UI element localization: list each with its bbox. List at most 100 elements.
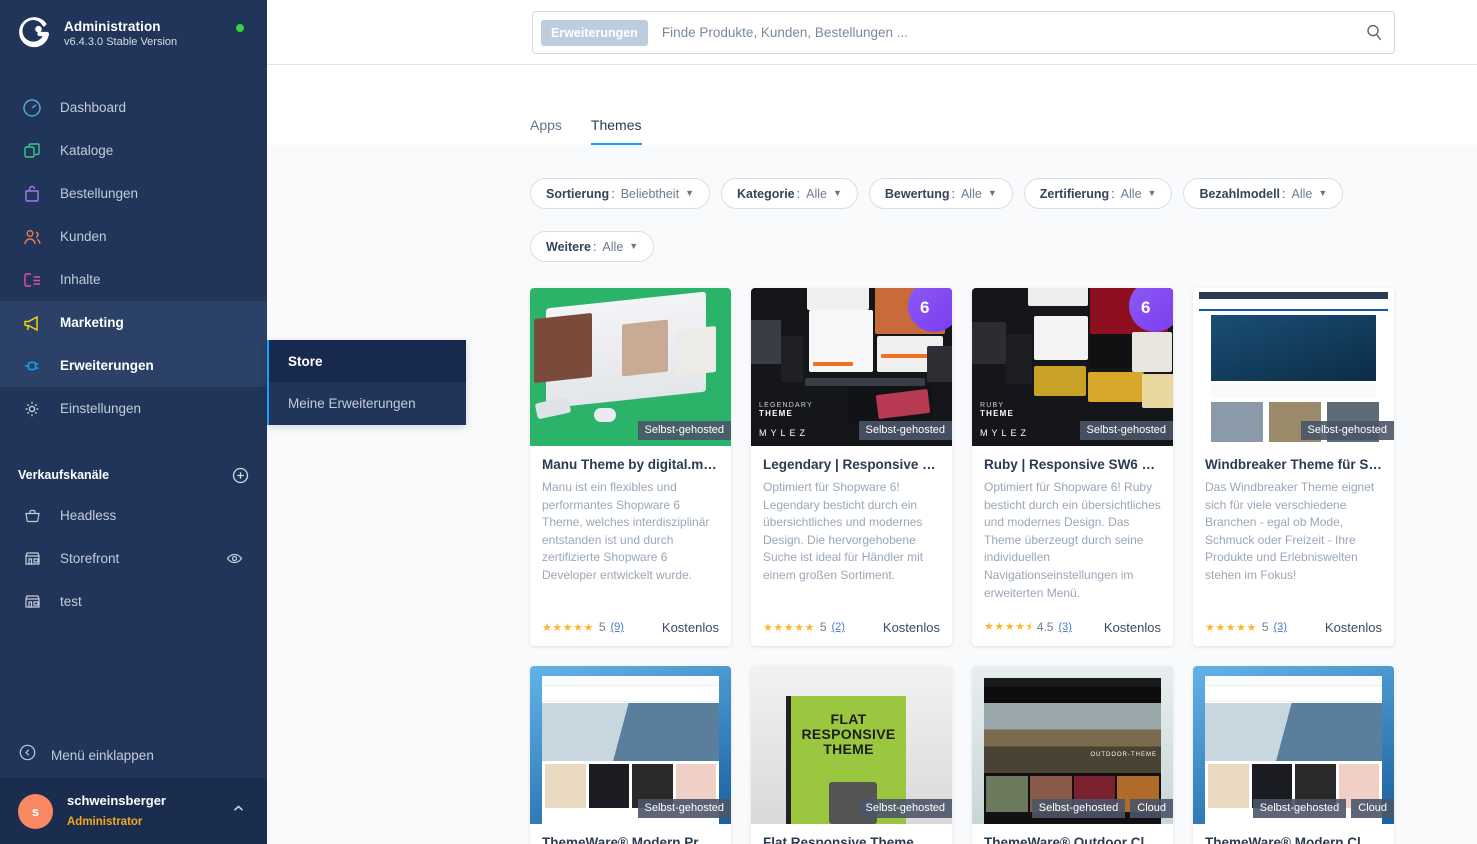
tab-themes[interactable]: Themes (590, 117, 642, 145)
theme-thumbnail: Selbst-gehosted (530, 288, 731, 446)
hosting-badge: Selbst-gehosted (858, 421, 952, 440)
theme-title: Flat Responsive Theme (763, 835, 914, 844)
flyout-item-meine-erweiterungen[interactable]: Meine Erweiterungen (269, 382, 466, 424)
theme-title: Legendary | Responsive SW6 … (763, 457, 940, 472)
sidebar: Administration v6.4.3.0 Stable Version D… (0, 0, 267, 844)
rating: ★★★★⯨ 4.5 (3) (984, 618, 1072, 637)
badge-group: Selbst-gehosted Cloud (1031, 799, 1173, 819)
global-search[interactable]: Erweiterungen (532, 11, 1395, 54)
app-version: v6.4.3.0 Stable Version (64, 35, 178, 48)
rating-count-link[interactable]: (3) (1058, 621, 1071, 633)
filter-name: Kategorie (736, 186, 795, 201)
theme-footer: ★★★★★ 5 (9) Kostenlos (530, 608, 731, 646)
rating-count-link[interactable]: (3) (1274, 621, 1287, 633)
sidebar-item-erweiterungen[interactable]: Erweiterungen (0, 344, 267, 387)
theme-card[interactable]: Selbst-gehosted Cloud ThemeWare® Modern … (1193, 666, 1394, 844)
star-rating-icon: ★★★★⯨ (984, 620, 1032, 633)
theme-description: Manu ist ein flexibles und performantes … (542, 479, 710, 582)
rating-count-link[interactable]: (9) (611, 621, 624, 633)
chevron-up-icon[interactable] (232, 802, 245, 820)
erweiterungen-flyout-menu: Store Meine Erweiterungen (267, 340, 466, 425)
theme-card[interactable]: Selbst-gehosted Windbreaker Theme für Sh… (1193, 288, 1394, 647)
theme-card[interactable]: FLAT RESPONSIVE THEME Selbst-gehosted Flat… (751, 666, 952, 844)
star-rating-icon: ★★★★★ (542, 621, 594, 634)
search-input[interactable] (647, 25, 1357, 40)
theme-body: Flat Responsive Theme FÜR SHOPWARE 6! - … (751, 824, 952, 844)
sidebar-item-dashboard[interactable]: Dashboard (0, 86, 267, 129)
theme-thumbnail: RUBY THEME MYLEZ 6 Selbst-gehosted (972, 288, 1173, 446)
hosting-badge: Selbst-gehosted (1079, 421, 1173, 440)
theme-title: Windbreaker Theme für Shop… (1205, 457, 1382, 472)
flyout-item-store[interactable]: Store (269, 340, 466, 382)
filter-zertifierung[interactable]: Zertifierung: Alle ▼ (1023, 178, 1173, 209)
sidebar-item-bestellungen[interactable]: Bestellungen (0, 172, 267, 215)
rating-value: 4.5 (1036, 620, 1054, 635)
user-menu[interactable]: s schweinsberger Administrator (0, 778, 267, 844)
filter-kategorie[interactable]: Kategorie: Alle ▼ (720, 178, 858, 209)
theme-price: Kostenlos (661, 619, 719, 635)
sidebar-item-test[interactable]: test (0, 580, 267, 623)
sidebar-item-einstellungen[interactable]: Einstellungen (0, 387, 267, 430)
hosting-badge: Selbst-gehosted (637, 799, 731, 819)
status-dot-icon (236, 24, 244, 32)
theme-title: ThemeWare® Modern Pro | u… (542, 835, 719, 844)
shopware-logo-icon (18, 17, 52, 51)
filter-name: Zertifierung (1039, 186, 1110, 201)
filter-name: Weitere (546, 239, 591, 254)
sidebar-item-headless[interactable]: Headless (0, 494, 267, 537)
filter-sortierung[interactable]: Sortierung: Beliebtheit ▼ (530, 178, 710, 209)
gauge-icon (18, 98, 46, 118)
theme-description: Das Windbreaker Theme eignet sich für vi… (1205, 479, 1375, 582)
sidebar-item-label: Headless (60, 508, 117, 523)
theme-card[interactable]: RUBY THEME MYLEZ 6 Selbst-gehosted Ruby |… (972, 288, 1173, 647)
add-sales-channel-icon[interactable] (232, 467, 249, 484)
theme-body: ThemeWare® Modern Cloud | … ThemeWare® i… (1193, 824, 1394, 844)
theme-body: Manu Theme by digital.manu… Manu ist ein… (530, 446, 731, 602)
tabs-band: Apps Themes (267, 65, 1477, 145)
sidebar-item-marketing[interactable]: Marketing (0, 301, 267, 344)
preview-eye-icon[interactable] (226, 550, 243, 567)
sidebar-nav: Dashboard Kataloge Bestellungen Kunden I… (0, 68, 267, 430)
filter-bewertung[interactable]: Bewertung: Alle ▼ (868, 178, 1013, 209)
collapse-menu-button[interactable]: Menü einklappen (0, 732, 267, 778)
user-name: schweinsberger (67, 793, 166, 808)
rating-count-link[interactable]: (2) (832, 621, 845, 633)
filter-value: Alle (602, 239, 624, 254)
catalog-icon (18, 141, 46, 161)
theme-card[interactable]: LEGENDARY THEME MYLEZ 6 Selbst-gehosted L… (751, 288, 952, 647)
search-icon[interactable] (1357, 23, 1384, 42)
theme-title: Ruby | Responsive SW6 Theme (984, 457, 1161, 472)
rating-value: 5 (819, 620, 827, 635)
theme-body: Windbreaker Theme für Shop… Das Windbrea… (1193, 446, 1394, 602)
avatar: s (18, 793, 53, 829)
sidebar-item-kataloge[interactable]: Kataloge (0, 129, 267, 172)
sidebar-item-inhalte[interactable]: Inhalte (0, 258, 267, 301)
chevron-down-icon: ▼ (685, 188, 694, 198)
sidebar-item-label: Kunden (60, 229, 107, 244)
sales-channels-header: Verkaufskanäle (0, 456, 267, 494)
tab-apps[interactable]: Apps (530, 117, 562, 145)
sidebar-item-storefront[interactable]: Storefront (0, 537, 267, 580)
badge-group: Selbst-gehosted (1300, 421, 1394, 440)
bag-icon (18, 184, 46, 204)
theme-card[interactable]: OUTDOOR-THEME Selbst-gehosted Cloud Them… (972, 666, 1173, 844)
theme-card[interactable]: Selbst-gehosted ThemeWare® Modern Pro | … (530, 666, 731, 844)
filter-bar: Sortierung: Beliebtheit ▼ Kategorie: All… (530, 178, 1477, 262)
search-scope-chip[interactable]: Erweiterungen (541, 19, 648, 46)
sidebar-item-label: Marketing (60, 315, 124, 330)
badge-group: Selbst-gehosted (637, 799, 731, 819)
sidebar-item-label: Einstellungen (60, 401, 142, 416)
filter-value: Beliebtheit (620, 186, 680, 201)
theme-thumbnail: LEGENDARY THEME MYLEZ 6 Selbst-gehosted (751, 288, 952, 446)
chevron-down-icon: ▼ (832, 188, 842, 198)
theme-footer: ★★★★⯨ 4.5 (3) Kostenlos (972, 608, 1173, 646)
top-bar: Erweiterungen (267, 0, 1477, 65)
filter-weitere[interactable]: Weitere: Alle ▼ (530, 231, 655, 262)
rating-value: 5 (598, 620, 606, 635)
badge-group: Selbst-gehosted (858, 421, 952, 440)
rating-value: 5 (1261, 620, 1269, 635)
sidebar-item-kunden[interactable]: Kunden (0, 215, 267, 258)
rating: ★★★★★ 5 (2) (763, 620, 845, 634)
filter-bezahlmodell[interactable]: Bezahlmodell: Alle ▼ (1183, 178, 1344, 209)
theme-card[interactable]: Selbst-gehosted Manu Theme by digital.ma… (530, 288, 731, 647)
